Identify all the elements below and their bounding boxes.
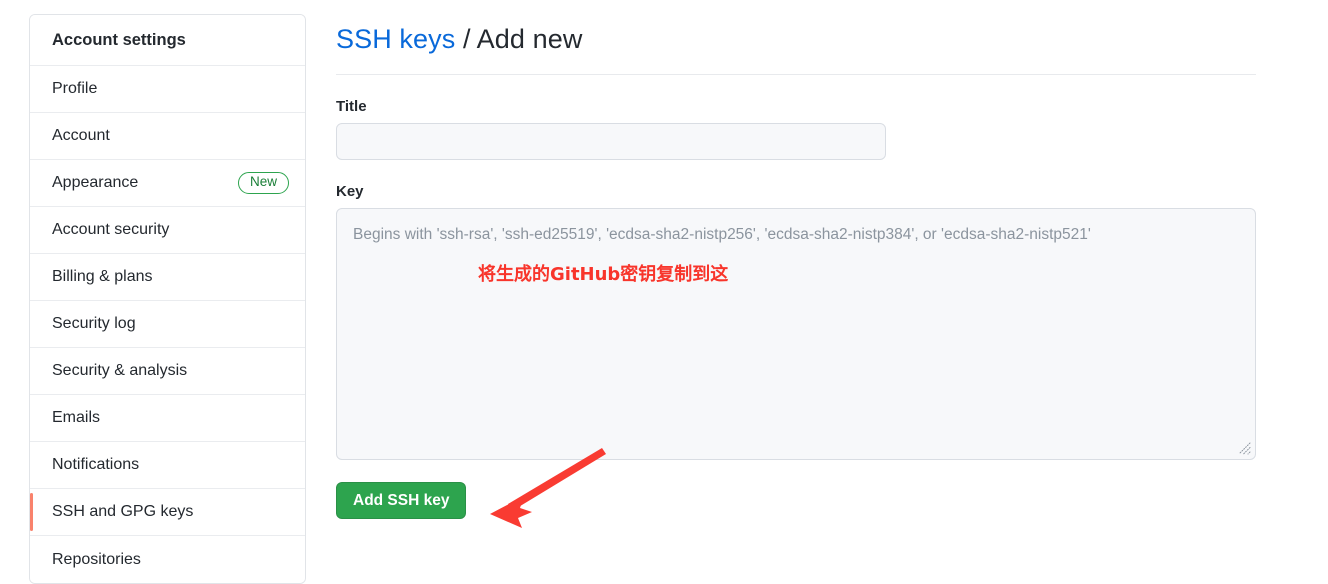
sidebar-item-repositories[interactable]: Repositories <box>30 536 305 583</box>
sidebar-item-label: SSH and GPG keys <box>52 503 194 520</box>
key-field-label: Key <box>336 183 364 200</box>
sidebar-item-label: Profile <box>52 80 98 97</box>
page-title-tail: Add new <box>476 24 583 54</box>
sidebar-item-emails[interactable]: Emails <box>30 395 305 442</box>
sidebar-item-account-security[interactable]: Account security <box>30 207 305 254</box>
title-field-label: Title <box>336 98 367 115</box>
ssh-keys-breadcrumb-link[interactable]: SSH keys <box>336 24 455 54</box>
sidebar-header: Account settings <box>30 15 305 66</box>
sidebar-item-label: Account <box>52 127 110 144</box>
main-content: SSH keys / Add new Title Key Add SSH key <box>336 0 1256 519</box>
sidebar-item-label: Repositories <box>52 550 141 568</box>
page-title: SSH keys / Add new <box>336 0 1256 55</box>
sidebar-item-label: Billing & plans <box>52 268 153 285</box>
settings-sidebar: Account settings Profile Account Appeara… <box>29 14 306 584</box>
sidebar-item-label: Security & analysis <box>52 362 188 379</box>
annotation-note-text: 将生成的GitHub密钥复制到这 <box>478 264 729 285</box>
title-divider <box>336 74 1256 75</box>
sidebar-item-label: Security log <box>52 315 136 332</box>
sidebar-item-security-and-analysis[interactable]: Security & analysis <box>30 348 305 395</box>
sidebar-item-security-log[interactable]: Security log <box>30 301 305 348</box>
sidebar-item-notifications[interactable]: Notifications <box>30 442 305 489</box>
new-badge: New <box>237 172 289 194</box>
sidebar-item-label: Notifications <box>52 456 140 473</box>
key-textarea-wrap <box>336 208 1256 460</box>
settings-page: Account settings Profile Account Appeara… <box>0 0 1328 584</box>
sidebar-item-label: Emails <box>52 409 101 426</box>
sidebar-header-label: Account settings <box>52 30 186 49</box>
sidebar-item-account[interactable]: Account <box>30 113 305 160</box>
title-input[interactable] <box>336 123 886 160</box>
add-ssh-key-button[interactable]: Add SSH key <box>336 482 467 519</box>
sidebar-item-appearance[interactable]: Appearance New <box>30 160 305 207</box>
sidebar-item-billing-and-plans[interactable]: Billing & plans <box>30 254 305 301</box>
key-textarea[interactable] <box>336 208 1256 460</box>
sidebar-item-label: Account security <box>52 221 170 238</box>
sidebar-item-label: Appearance <box>52 174 139 191</box>
sidebar-item-ssh-and-gpg-keys[interactable]: SSH and GPG keys <box>30 489 305 536</box>
sidebar-item-profile[interactable]: Profile <box>30 66 305 113</box>
breadcrumb-separator: / <box>455 24 477 54</box>
